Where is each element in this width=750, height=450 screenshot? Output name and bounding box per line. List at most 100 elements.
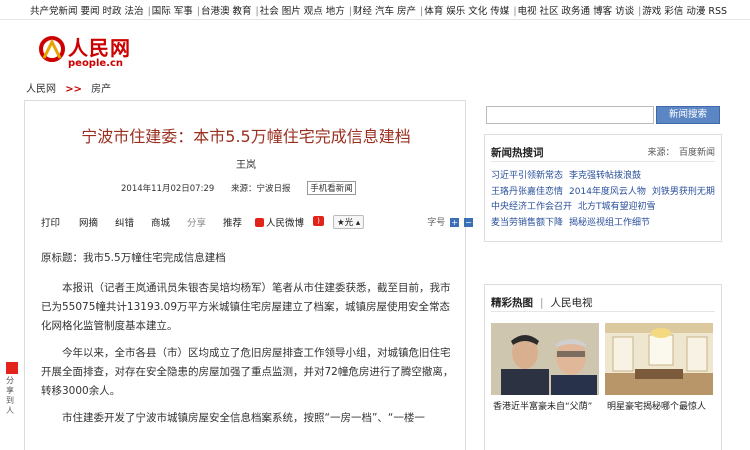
article-paragraph: 今年以来，全市各县（市）区均成立了危旧房屋排查工作领导小组，对城镇危旧住宅开展全… [41, 347, 454, 397]
article-date: 2014年11月02日07:29 [121, 184, 215, 194]
breadcrumb: 人民网 >> 房产 [26, 80, 117, 95]
top-nav-link[interactable]: 财经 [353, 6, 372, 17]
favorite-label: ★光 [337, 218, 354, 228]
hot-search-link[interactable]: 刘铁男获刑无期 [652, 187, 715, 197]
top-nav-link[interactable]: 游戏 [642, 6, 661, 17]
top-nav-links: 共产党新闻 要闻 时政 法治 |国际 军事 |台港澳 教育 |社会 图片 观点 地方 |财经 汽车 房产 |体… [30, 3, 730, 17]
photo-caption[interactable]: 明星豪宅揭秘哪个最惊人 [607, 399, 706, 412]
top-nav-link[interactable]: 博客 [593, 6, 612, 17]
hot-search-link[interactable]: 北方T城有望迎初雪 [578, 202, 656, 212]
weibo-icon [255, 218, 264, 227]
hot-search-row: 麦当劳销售额下降 揭秘巡视组工作细节 [491, 216, 721, 232]
top-nav-link[interactable]: 彩信 [664, 6, 683, 17]
breadcrumb-section[interactable]: 房产 [91, 84, 111, 95]
search-input[interactable] [486, 106, 654, 124]
article-toolbar: 打印 网摘 纠错 商城 分享 推荐 人民微博 ) ★光 ▴ 字号 + − [41, 213, 473, 231]
top-nav-link[interactable]: 传媒 [490, 6, 509, 17]
photo-people [491, 323, 599, 395]
hot-search-link[interactable]: 揭秘巡视组工作细节 [569, 218, 650, 228]
article-paragraph: 本报讯（记者王岚通讯员朱银杏吴培均杨军）笔者从市住建委获悉，截至目前，我市已为5… [41, 282, 451, 332]
top-nav-link[interactable]: 体育 [424, 6, 443, 17]
top-nav-link[interactable]: RSS [708, 6, 727, 17]
top-nav-link[interactable]: 法治 [125, 6, 144, 17]
mobile-news-label: 手机看新闻 [310, 184, 353, 194]
print-button[interactable]: 打印 [41, 215, 60, 229]
top-nav-link[interactable]: 娱乐 [446, 6, 465, 17]
article-title: 宁波市住建委：本市5.5万幢住宅完成信息建档 [81, 127, 411, 146]
top-nav-link[interactable]: 访谈 [615, 6, 634, 17]
nav-separator: | [513, 6, 517, 17]
email-button[interactable]: 网摘 [79, 215, 98, 229]
article-source: 来源：宁波日报 [230, 184, 291, 194]
divider [491, 311, 715, 312]
top-nav-link[interactable]: 动漫 [686, 6, 705, 17]
hot-search-link[interactable]: 2014年度风云人物 [569, 187, 646, 197]
hot-search-link[interactable]: 李克强转帖拨浪鼓 [569, 171, 641, 181]
article-paragraph: 原标题：我市5.5万幢住宅完成信息建档 [41, 252, 226, 264]
article-author: 王岚 [236, 160, 256, 171]
top-nav-link[interactable]: 共产党新闻 [30, 6, 78, 17]
photo-thumbnail[interactable] [491, 323, 599, 395]
top-nav-link[interactable]: 文化 [468, 6, 487, 17]
top-nav-link[interactable]: 房产 [397, 6, 416, 17]
top-nav-link[interactable]: 时政 [103, 6, 122, 17]
top-nav-link[interactable]: 电视 [518, 6, 537, 17]
weibo-button[interactable]: 人民微博 [255, 215, 304, 229]
tab-people-tv[interactable]: 人民电视 [551, 297, 593, 309]
logo-en: people.cn [68, 58, 124, 69]
nav-separator: | [420, 6, 424, 17]
article-body: 原标题：我市5.5万幢住宅完成信息建档 本报讯（记者王岚通讯员朱银杏吴培均杨军）… [41, 249, 457, 436]
favorite-box: ★光 ▴ [333, 215, 365, 229]
nav-separator: | [147, 6, 151, 17]
news-search-label: 新闻搜索 [668, 109, 707, 120]
top-nav-link[interactable]: 政务通 [562, 6, 591, 17]
article-paragraph: 市住建委开发了宁波市城镇房屋安全信息档案系统，按照“一房一档”、“一楼一 [62, 412, 425, 424]
hot-search-link[interactable]: 麦当劳销售额下降 [491, 218, 563, 228]
mall-button[interactable]: 商城 [151, 215, 170, 229]
share-label: 分享 [187, 218, 207, 229]
side-share-strip[interactable]: 分享到人 [6, 362, 18, 450]
top-nav-link[interactable]: 观点 [304, 6, 323, 17]
photo-caption[interactable]: 香港近半富豪未自“父荫” [493, 399, 592, 412]
hot-search-link[interactable]: 习近平引领新常态 [491, 171, 563, 181]
top-nav-link[interactable]: 要闻 [81, 6, 100, 17]
top-nav-link[interactable]: 图片 [282, 6, 301, 17]
top-nav-link[interactable]: 社区 [540, 6, 559, 17]
tab-hot-photos[interactable]: 精彩热图 [491, 297, 533, 309]
fontsize-plus-button[interactable]: + [450, 218, 460, 227]
rss-button[interactable]: ) [313, 215, 324, 226]
mobile-news-link[interactable]: 手机看新闻 [307, 181, 356, 195]
breadcrumb-home[interactable]: 人民网 [26, 84, 56, 95]
hot-search-link[interactable]: 中央经济工作会召开 [491, 202, 572, 212]
hot-search-row: 习近平引领新常态 李克强转帖拨浪鼓 [491, 169, 721, 185]
article-panel: 宁波市住建委：本市5.5万幢住宅完成信息建档 王岚 2014年11月02日07:… [24, 100, 473, 450]
hot-search-panel: 新闻热搜词 来源： 百度新闻 习近平引领新常态 李克强转帖拨浪鼓 王珞丹张嘉佳恋情 2… [484, 134, 722, 242]
hot-search-source: 来源： 百度新闻 [647, 148, 715, 158]
top-nav-link[interactable]: 台港澳 [201, 6, 230, 17]
top-nav-link[interactable]: 地方 [326, 6, 345, 17]
top-nav-link[interactable]: 社会 [260, 6, 279, 17]
correct-button[interactable]: 纠错 [115, 215, 134, 229]
top-nav-link[interactable]: 教育 [233, 6, 252, 17]
side-share-label: 分享到人 [6, 376, 14, 415]
rss-icon: ) [313, 216, 324, 226]
breadcrumb-arrow: >> [65, 84, 82, 95]
top-nav-link[interactable]: 国际 [152, 6, 171, 17]
people-logo[interactable]: 人民网 people.cn [38, 32, 148, 72]
logo-cn: 人民网 [68, 36, 131, 60]
recommend-button[interactable]: 推荐 [223, 215, 242, 229]
top-nav-link[interactable]: 军事 [174, 6, 193, 17]
hot-search-link[interactable]: 王珞丹张嘉佳恋情 [491, 187, 563, 197]
hot-search-row: 中央经济工作会召开 北方T城有望迎初雪 [491, 200, 721, 216]
fontsize-control: 字号 + − [427, 215, 473, 228]
hot-search-row: 王珞丹张嘉佳恋情 2014年度风云人物 刘铁男获刑无期 [491, 185, 721, 201]
photo-panel: 精彩热图 | 人民电视 香港近半富豪未自“父荫” 明星豪宅揭秘哪个最惊人 [484, 284, 722, 450]
news-search-button[interactable]: 新闻搜索 [656, 106, 720, 124]
top-nav: 共产党新闻 要闻 时政 法治 |国际 军事 |台港澳 教育 |社会 图片 观点 地方 |财经 汽车 房产 |体… [0, 0, 750, 20]
top-nav-link[interactable]: 汽车 [375, 6, 394, 17]
photo-thumbnail[interactable] [605, 323, 713, 395]
weibo-label: 人民微博 [266, 218, 305, 229]
fontsize-minus-button[interactable]: − [464, 218, 473, 227]
search-bar: 新闻搜索 [484, 104, 722, 126]
favorite-button[interactable]: ★光 ▴ [333, 215, 365, 229]
